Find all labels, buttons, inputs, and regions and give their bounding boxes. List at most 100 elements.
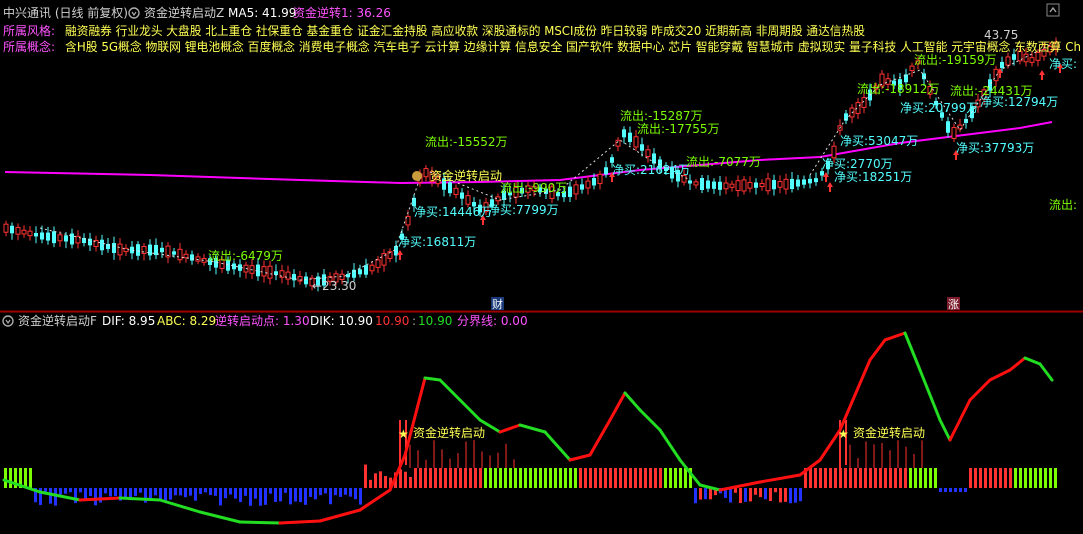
annotation-label: 流出:-990万	[500, 181, 567, 195]
candle-down	[796, 179, 800, 187]
candle-down	[112, 243, 116, 253]
up-arrow-icon	[827, 182, 833, 192]
svg-text:财: 财	[492, 297, 503, 311]
finance-marker[interactable]: 财	[491, 297, 504, 311]
histogram-bar	[384, 476, 387, 488]
candle-down	[946, 121, 950, 133]
chart-canvas[interactable]: 流出:-6479万流出:-15552万资金逆转启动净买:14446万净买:168…	[0, 0, 1083, 534]
histogram-bar	[934, 468, 937, 488]
histogram-bar	[169, 488, 172, 500]
histogram-bar	[299, 488, 302, 503]
annotation-label: 流出:-6479万	[208, 249, 283, 263]
histogram-bar	[274, 488, 277, 502]
candle-down	[772, 179, 776, 190]
histogram-bar	[114, 488, 117, 497]
dif-segment	[1008, 356, 1027, 372]
lower-indicator-name[interactable]: 资金逆转启动F	[18, 313, 97, 328]
histogram-bar	[104, 488, 107, 494]
candle-down	[706, 180, 710, 189]
candle-down	[100, 239, 104, 251]
dif-segment	[518, 423, 547, 434]
signal-label: 资金逆转1: 36.26	[293, 5, 391, 20]
histogram-bar	[849, 468, 852, 488]
annotation-label: 净买:12794万	[980, 95, 1058, 109]
dif-segment	[568, 453, 592, 462]
annotation-label: 净买:37793万	[956, 141, 1034, 155]
histogram-bar	[844, 468, 847, 488]
indicator-name[interactable]: 资金逆转启动Z	[144, 5, 224, 20]
dik-label: DIK: 10.90	[310, 314, 373, 328]
candle-up	[453, 187, 459, 195]
annotation-label: 净买:18251万	[834, 170, 912, 184]
histogram-bar	[374, 473, 377, 488]
candle-down	[40, 232, 44, 240]
histogram-bar	[509, 468, 512, 488]
dif-segment	[948, 398, 972, 442]
dif-segment	[988, 368, 1012, 382]
histogram-bar	[429, 468, 432, 488]
histogram-bar	[754, 488, 757, 495]
ma5-label: MA5: 41.99	[228, 6, 296, 20]
histogram-bar	[899, 468, 902, 488]
histogram-bar	[639, 468, 642, 488]
histogram-bar	[484, 468, 487, 488]
histogram-bar	[854, 468, 857, 488]
candle-up	[723, 182, 729, 190]
histogram-bar	[814, 468, 817, 488]
candle-down	[190, 254, 194, 261]
histogram-bar	[649, 468, 652, 488]
histogram-bar	[584, 468, 587, 488]
candle-up	[57, 234, 63, 242]
histogram-bar	[549, 468, 552, 488]
histogram-bar	[729, 488, 732, 503]
up-arrow-icon	[1039, 70, 1045, 80]
candle-up	[783, 178, 789, 190]
candlesticks	[3, 37, 1059, 292]
up-arrow-icon[interactable]	[1046, 3, 1060, 17]
histogram-bar	[769, 488, 772, 502]
candle-up	[21, 229, 27, 235]
histogram-bar	[799, 488, 802, 502]
histogram-bar	[994, 468, 997, 488]
histogram-bar	[699, 488, 702, 500]
star-icon: ★	[838, 427, 849, 441]
histogram-bar	[674, 468, 677, 488]
histogram-bar	[59, 488, 62, 495]
histogram-bar	[29, 468, 32, 488]
histogram-bar	[219, 488, 222, 506]
histogram-bar	[634, 468, 637, 488]
histogram-bar	[1039, 468, 1042, 488]
style-text: 融资融券 行业龙头 大盘股 北上重仓 社保重仓 基金重仓 证金汇金持股 高应收款…	[65, 23, 865, 38]
histogram-bar	[164, 488, 167, 502]
candle-down	[1012, 54, 1016, 60]
candle-down	[136, 244, 140, 256]
histogram-bar	[334, 488, 337, 496]
histogram-bar	[859, 468, 862, 488]
histogram-bar	[139, 488, 142, 493]
histogram-bar	[894, 468, 897, 488]
histogram-bar	[1014, 468, 1017, 488]
histogram-bar	[359, 488, 362, 505]
histogram-bar	[249, 488, 252, 506]
gear-icon[interactable]	[128, 7, 140, 19]
histogram-bar	[434, 468, 437, 488]
histogram-bar	[159, 488, 162, 500]
annotation-label: 流出:-18912万	[857, 82, 940, 96]
dif-segment	[818, 428, 842, 462]
histogram-bar	[194, 488, 197, 501]
candle-down	[358, 269, 362, 275]
histogram-bar	[784, 488, 787, 502]
gear-icon[interactable]	[2, 315, 14, 327]
limit-up-marker[interactable]: 涨	[947, 297, 960, 311]
histogram-bar	[809, 468, 812, 488]
histogram-bar	[709, 488, 712, 500]
histogram-bar	[494, 468, 497, 488]
histogram-bar	[269, 488, 272, 494]
histogram-bar	[979, 468, 982, 488]
candle-down	[622, 129, 626, 138]
histogram-bar	[614, 468, 617, 488]
histogram-bar	[1004, 468, 1007, 488]
histogram-bar	[704, 488, 707, 500]
histogram-bar	[184, 488, 187, 498]
histogram-bar	[339, 488, 342, 497]
